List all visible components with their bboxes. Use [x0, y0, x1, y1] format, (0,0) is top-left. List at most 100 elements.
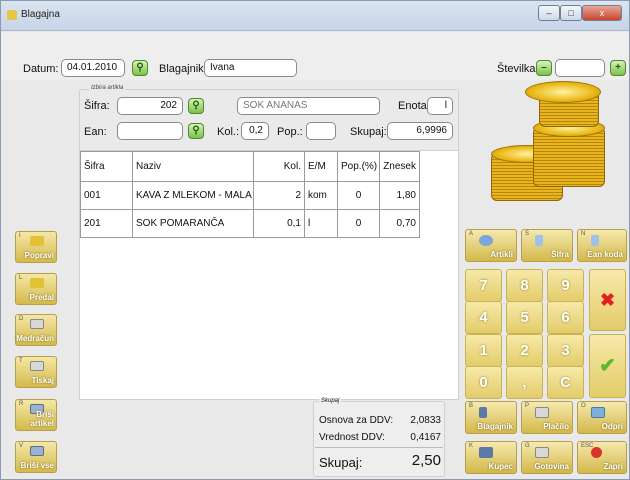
search-date-button[interactable]: ⚲	[132, 60, 148, 76]
table-row[interactable]: 201 SOK POMARANČA 0,1 l 0 0,70	[80, 209, 458, 238]
popravi-button[interactable]: I Popravi	[15, 231, 57, 263]
blagajnik-field[interactable]: Ivana	[204, 59, 297, 77]
cell-pop: 0	[337, 181, 380, 210]
column-header-pop[interactable]: Pop.(%)	[337, 151, 380, 182]
gotovina-button[interactable]: G Gotovina	[521, 441, 573, 474]
pop-field[interactable]	[306, 122, 336, 140]
items-table[interactable]: Šifra Naziv Kol. E/M Pop.(%) Znesek 001 …	[79, 150, 459, 400]
printer-icon	[535, 407, 549, 418]
key-9[interactable]: 9	[547, 269, 584, 302]
pen-icon	[591, 235, 599, 246]
sifra-field[interactable]: 202	[117, 97, 183, 115]
button-label: Odpri	[601, 422, 623, 431]
folder-icon	[30, 236, 44, 246]
cell-znesek: 1,80	[379, 181, 420, 210]
key-4[interactable]: 4	[465, 301, 502, 334]
divider	[315, 447, 443, 448]
search-icon	[479, 235, 493, 246]
zapri-button[interactable]: ESC Zapri	[577, 441, 627, 474]
key-clear[interactable]: C	[547, 366, 584, 399]
artikli-button[interactable]: A Artikli	[465, 229, 517, 262]
key-7[interactable]: 7	[465, 269, 502, 302]
enota-field[interactable]: l	[427, 97, 453, 115]
kol-field[interactable]: 0,2	[241, 122, 269, 140]
skupaj-field[interactable]: 6,9996	[387, 122, 453, 140]
ok-button[interactable]: ✔	[589, 334, 626, 398]
table-header-row: Šifra Naziv Kol. E/M Pop.(%) Znesek	[80, 151, 458, 182]
cell-pop: 0	[337, 209, 380, 238]
ean-koda-button[interactable]: N Ean koda	[577, 229, 627, 262]
minimize-button[interactable]: –	[538, 5, 560, 21]
key-0[interactable]: 0	[465, 366, 502, 399]
app-icon	[7, 10, 17, 20]
medracun-button[interactable]: D Medračun	[15, 314, 57, 346]
naziv-field[interactable]: SOK ANANAS	[237, 97, 380, 115]
button-label: Ean koda	[587, 250, 623, 259]
search-sifra-button[interactable]: ⚲	[188, 98, 204, 114]
sifra-button[interactable]: S Šifra	[521, 229, 573, 262]
checkmark-icon: ✔	[599, 355, 616, 377]
maximize-button[interactable]: □	[560, 5, 582, 21]
shortcut-key: R	[19, 401, 24, 407]
table-filler	[420, 152, 458, 182]
table-row[interactable]: 001 KAVA Z MLEKOM - MALA 2 kom 0 1,80	[80, 181, 458, 210]
shortcut-key: N	[581, 231, 586, 237]
close-window-button[interactable]: x	[582, 5, 622, 21]
button-label: Artikli	[490, 250, 513, 259]
skupaj-label: Skupaj:	[350, 126, 387, 138]
printer-icon	[30, 319, 44, 329]
stevilka-field[interactable]	[555, 59, 605, 77]
enota-label: Enota:	[398, 100, 430, 112]
cell-kol: 2	[253, 181, 305, 210]
shortcut-key: O	[581, 403, 586, 409]
stevilka-label: Številka:	[497, 63, 539, 75]
brisi-artikel-button[interactable]: R Briši artikel	[15, 399, 57, 431]
key-8[interactable]: 8	[506, 269, 543, 302]
shortcut-key: D	[19, 316, 24, 322]
brisi-vse-button[interactable]: V Briši vse	[15, 441, 57, 473]
search-icon: ⚲	[192, 100, 200, 111]
article-group-label: Izbira artikla	[89, 85, 126, 91]
key-3[interactable]: 3	[547, 334, 584, 367]
placilo-button[interactable]: P Plačilo	[521, 401, 573, 434]
predal-button[interactable]: L Predal	[15, 273, 57, 305]
column-header-znesek[interactable]: Znesek	[379, 151, 420, 182]
tiskaj-button[interactable]: T Tiskaj	[15, 356, 57, 388]
cell-kol: 0,1	[253, 209, 305, 238]
shortcut-key: I	[19, 233, 21, 239]
button-label: Kupec	[488, 462, 513, 471]
next-number-button[interactable]: +	[610, 60, 626, 76]
row-filler	[420, 182, 458, 210]
users-icon	[479, 447, 493, 458]
key-2[interactable]: 2	[506, 334, 543, 367]
cell-em: kom	[304, 181, 338, 210]
ddv-label: Vrednost DDV:	[319, 432, 385, 443]
datum-field[interactable]: 04.01.2010	[61, 59, 125, 77]
window-title: Blagajna	[21, 9, 60, 20]
previous-number-button[interactable]: –	[536, 60, 552, 76]
drawer-icon	[591, 407, 605, 418]
odpri-button[interactable]: O Odpri	[577, 401, 627, 434]
column-header-kol[interactable]: Kol.	[253, 151, 305, 182]
column-header-sifra[interactable]: Šifra	[80, 151, 133, 182]
blagajnik-label: Blagajnik:	[159, 63, 207, 75]
column-header-em[interactable]: E/M	[304, 151, 338, 182]
shortcut-key: T	[19, 358, 23, 364]
printer-icon	[535, 447, 549, 458]
key-comma[interactable]: ,	[506, 366, 543, 399]
blagajnik-button[interactable]: B Blagajnik	[465, 401, 517, 434]
search-icon: ⚲	[136, 62, 144, 73]
header-bar: Datum: 04.01.2010 ⚲ Blagajnik: Ivana Šte…	[1, 32, 629, 80]
key-5[interactable]: 5	[506, 301, 543, 334]
user-icon	[479, 407, 487, 418]
pop-label: Pop.:	[277, 126, 303, 138]
column-header-naziv[interactable]: Naziv	[132, 151, 254, 182]
search-ean-button[interactable]: ⚲	[188, 123, 204, 139]
shortcut-key: G	[525, 443, 530, 449]
key-1[interactable]: 1	[465, 334, 502, 367]
kupec-button[interactable]: K Kupec	[465, 441, 517, 474]
cancel-button[interactable]: ✖	[589, 269, 626, 331]
title-bar: Blagajna – □ x	[1, 1, 629, 31]
ean-field[interactable]	[117, 122, 183, 140]
key-6[interactable]: 6	[547, 301, 584, 334]
